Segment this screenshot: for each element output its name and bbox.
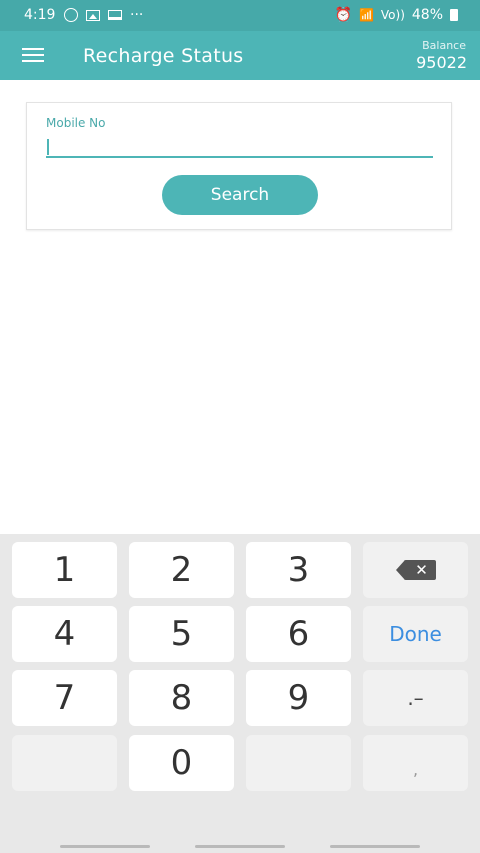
nav-home-handle[interactable] (195, 845, 285, 848)
notification-icons: ··· (64, 7, 143, 23)
key-1[interactable]: 1 (12, 542, 117, 598)
navigation-bar (0, 838, 480, 853)
key-0[interactable]: 0 (129, 735, 234, 791)
page-title: Recharge Status (83, 45, 244, 67)
recharge-status-card: Mobile No Search (26, 102, 452, 230)
key-2[interactable]: 2 (129, 542, 234, 598)
comma-key[interactable]: , (363, 735, 468, 791)
battery-percent: 48% (411, 7, 443, 23)
text-cursor (47, 139, 49, 155)
backspace-key[interactable]: ✕ (363, 542, 468, 598)
status-time: 4:19 (24, 7, 56, 23)
backspace-icon: ✕ (395, 560, 436, 580)
numeric-keyboard: 1 2 3 ✕ 4 5 6 Done 7 8 9 .– 0 , (0, 534, 480, 853)
nav-back-handle[interactable] (330, 845, 420, 848)
image-icon (86, 9, 100, 21)
mobile-label: Mobile No (46, 116, 106, 130)
done-key[interactable]: Done (363, 606, 468, 662)
search-button[interactable]: Search (162, 175, 318, 215)
nav-recents-handle[interactable] (60, 845, 150, 848)
more-notifications-icon: ··· (130, 7, 144, 23)
app-bar: Recharge Status Balance 95022 (0, 31, 480, 80)
symbol-key[interactable]: .– (363, 670, 468, 726)
key-7[interactable]: 7 (12, 670, 117, 726)
key-3[interactable]: 3 (246, 542, 351, 598)
empty-key-left (12, 735, 117, 791)
battery-icon (450, 9, 458, 21)
empty-key-right (246, 735, 351, 791)
status-bar: 4:19 ··· ⏰ 📶 Vo)) 48% (0, 0, 480, 31)
volte-icon: Vo)) (380, 8, 405, 22)
key-9[interactable]: 9 (246, 670, 351, 726)
whatsapp-icon (64, 8, 78, 22)
key-6[interactable]: 6 (246, 606, 351, 662)
screen-icon (108, 10, 122, 20)
balance-value: 95022 (416, 53, 467, 72)
mobile-input[interactable] (46, 136, 433, 158)
menu-icon[interactable] (22, 48, 44, 63)
wifi-icon: 📶 (358, 8, 374, 22)
key-8[interactable]: 8 (129, 670, 234, 726)
alarm-icon: ⏰ (334, 7, 352, 23)
key-4[interactable]: 4 (12, 606, 117, 662)
balance-label: Balance (422, 39, 466, 52)
key-5[interactable]: 5 (129, 606, 234, 662)
system-icons: ⏰ 📶 Vo)) 48% (334, 7, 458, 23)
